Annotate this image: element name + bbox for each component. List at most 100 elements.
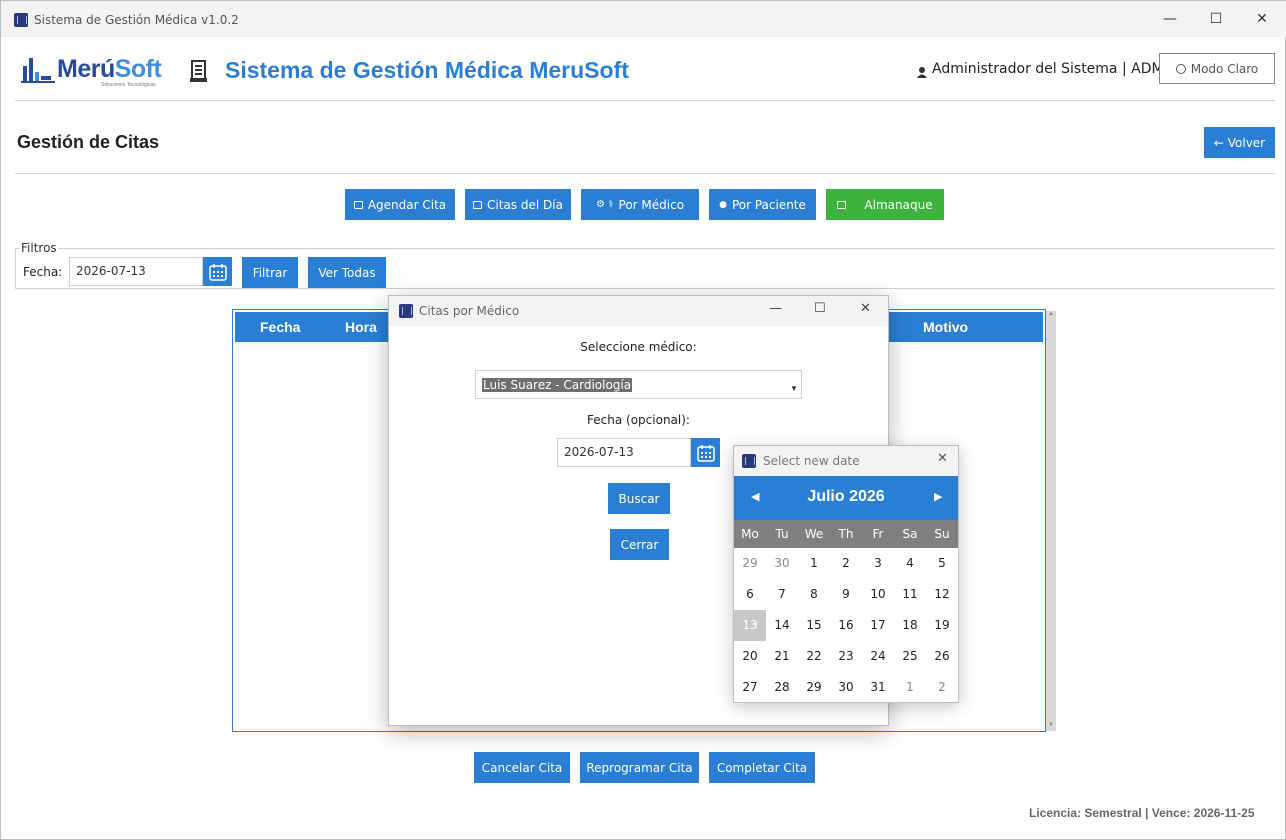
- doctor-select-value: Luis Suarez - Cardiología: [482, 378, 633, 392]
- calendar-icon: [353, 200, 363, 209]
- dialog-cerrar-button[interactable]: Cerrar: [610, 529, 669, 560]
- day-grid: 29 30 1 2 3 4 5 6 7 8 9 10 11 12 13 14 1…: [734, 548, 958, 703]
- dialog-date-input[interactable]: 2026-07-13: [557, 438, 691, 467]
- list-icon: [473, 200, 483, 209]
- view-all-button[interactable]: Ver Todas: [308, 257, 386, 288]
- theme-mode-label: Modo Claro: [1190, 61, 1259, 76]
- complete-appointment-button[interactable]: Completar Cita: [709, 752, 815, 783]
- por-paciente-button[interactable]: ● Por Paciente: [709, 189, 816, 220]
- day-cell[interactable]: 22: [798, 641, 830, 672]
- day-cell[interactable]: 8: [798, 579, 830, 610]
- day-cell[interactable]: 25: [894, 641, 926, 672]
- por-medico-label: Por Médico: [618, 197, 685, 212]
- scroll-down-icon[interactable]: ▼: [1048, 722, 1054, 728]
- filter-button[interactable]: Filtrar: [242, 257, 298, 288]
- select-doctor-label: Seleccione médico:: [580, 340, 697, 354]
- dialog-maximize-button[interactable]: ☐: [814, 301, 826, 316]
- filter-calendar-button[interactable]: [203, 257, 232, 286]
- day-cell[interactable]: 10: [862, 579, 894, 610]
- weekday-mo: Mo: [741, 527, 759, 541]
- day-cell[interactable]: 29: [734, 548, 766, 579]
- day-cell[interactable]: 30: [830, 672, 862, 703]
- day-cell[interactable]: 1: [894, 672, 926, 703]
- logo-tagline: Soluciones Tecnológicas: [101, 82, 156, 88]
- day-cell[interactable]: 16: [830, 610, 862, 641]
- page-title: Gestión de Citas: [17, 132, 160, 152]
- current-user: Administrador del Sistema | ADMIN: [932, 61, 1179, 77]
- day-cell[interactable]: 30: [766, 548, 798, 579]
- date-picker-title: Select new date: [763, 454, 860, 468]
- cancel-appointment-button[interactable]: Cancelar Cita: [474, 752, 570, 783]
- citas-del-dia-button[interactable]: Citas del Día: [465, 189, 571, 220]
- day-cell[interactable]: 21: [766, 641, 798, 672]
- circle-icon: [1175, 63, 1186, 74]
- selected-day-cell[interactable]: 13: [734, 610, 766, 641]
- agendar-cita-button[interactable]: Agendar Cita: [345, 189, 455, 220]
- column-header-motivo[interactable]: Motivo: [923, 319, 968, 335]
- day-cell[interactable]: 6: [734, 579, 766, 610]
- day-cell[interactable]: 7: [766, 579, 798, 610]
- day-cell[interactable]: 14: [766, 610, 798, 641]
- date-picker-close-icon[interactable]: ✕: [937, 451, 948, 466]
- calendar-icon: [208, 263, 227, 281]
- reschedule-appointment-button[interactable]: Reprogramar Cita: [580, 752, 699, 783]
- day-cell[interactable]: 12: [926, 579, 958, 610]
- day-cell[interactable]: 3: [862, 548, 894, 579]
- day-cell[interactable]: 19: [926, 610, 958, 641]
- day-cell[interactable]: 18: [894, 610, 926, 641]
- day-cell[interactable]: 1: [798, 548, 830, 579]
- dialog-close-button[interactable]: ✕: [860, 301, 871, 316]
- day-cell[interactable]: 31: [862, 672, 894, 703]
- table-scrollbar[interactable]: [1046, 311, 1056, 731]
- almanaque-button[interactable]: Almanaque: [826, 189, 944, 220]
- day-cell[interactable]: 20: [734, 641, 766, 672]
- doctor-icon: ⚙ ⚕: [595, 199, 614, 210]
- app-icon: [14, 13, 28, 27]
- close-button[interactable]: ✕: [1250, 9, 1274, 29]
- app-title: Sistema de Gestión Médica MeruSoft: [225, 57, 629, 83]
- almanaque-label: Almanaque: [864, 197, 933, 212]
- dialog-title: Citas por Médico: [419, 304, 520, 318]
- day-cell[interactable]: 27: [734, 672, 766, 703]
- minimize-button[interactable]: —: [1158, 9, 1182, 29]
- maximize-button[interactable]: ☐: [1204, 9, 1228, 29]
- day-cell[interactable]: 2: [830, 548, 862, 579]
- day-cell[interactable]: 5: [926, 548, 958, 579]
- doctor-select[interactable]: Luis Suarez - Cardiología ▼: [475, 370, 802, 399]
- day-cell[interactable]: 9: [830, 579, 862, 610]
- dialog-calendar-button[interactable]: [691, 438, 720, 467]
- date-picker-popup: Select new date ✕ ◀ Julio 2026 ▶ Mo Tu W…: [733, 445, 959, 703]
- column-header-hora[interactable]: Hora: [345, 319, 377, 335]
- main-window: Sistema de Gestión Médica v1.0.2 — ☐ ✕ M…: [0, 0, 1286, 840]
- day-cell[interactable]: 2: [926, 672, 958, 703]
- filter-date-input[interactable]: 2026-07-13: [69, 257, 203, 286]
- day-cell[interactable]: 11: [894, 579, 926, 610]
- scroll-up-icon[interactable]: ▲: [1048, 311, 1054, 317]
- day-cell[interactable]: 28: [766, 672, 798, 703]
- day-cell[interactable]: 4: [894, 548, 926, 579]
- dialog-minimize-button[interactable]: —: [769, 301, 782, 316]
- back-button[interactable]: ← Volver: [1204, 127, 1275, 158]
- day-cell[interactable]: 29: [798, 672, 830, 703]
- app-icon: [742, 454, 756, 468]
- citas-del-dia-label: Citas del Día: [487, 197, 563, 212]
- month-label: Julio 2026: [807, 488, 885, 505]
- day-cell[interactable]: 23: [830, 641, 862, 672]
- weekday-sa: Sa: [902, 527, 918, 541]
- day-cell[interactable]: 24: [862, 641, 894, 672]
- day-cell[interactable]: 17: [862, 610, 894, 641]
- column-header-fecha[interactable]: Fecha: [260, 319, 300, 335]
- theme-mode-button[interactable]: Modo Claro: [1159, 53, 1275, 84]
- day-cell[interactable]: 15: [798, 610, 830, 641]
- logo-bars-icon: [21, 58, 55, 83]
- chevron-down-icon: ▼: [790, 384, 798, 393]
- agendar-cita-label: Agendar Cita: [367, 197, 447, 212]
- next-month-icon[interactable]: ▶: [934, 490, 942, 503]
- almanac-icon: [837, 200, 847, 209]
- search-button[interactable]: Buscar: [608, 483, 670, 514]
- day-cell[interactable]: 26: [926, 641, 958, 672]
- weekday-fr: Fr: [872, 527, 884, 541]
- week-row: 20 21 22 23 24 25 26: [734, 641, 958, 672]
- por-medico-button[interactable]: ⚙ ⚕ Por Médico: [581, 189, 699, 220]
- weekday-su: Su: [934, 527, 950, 541]
